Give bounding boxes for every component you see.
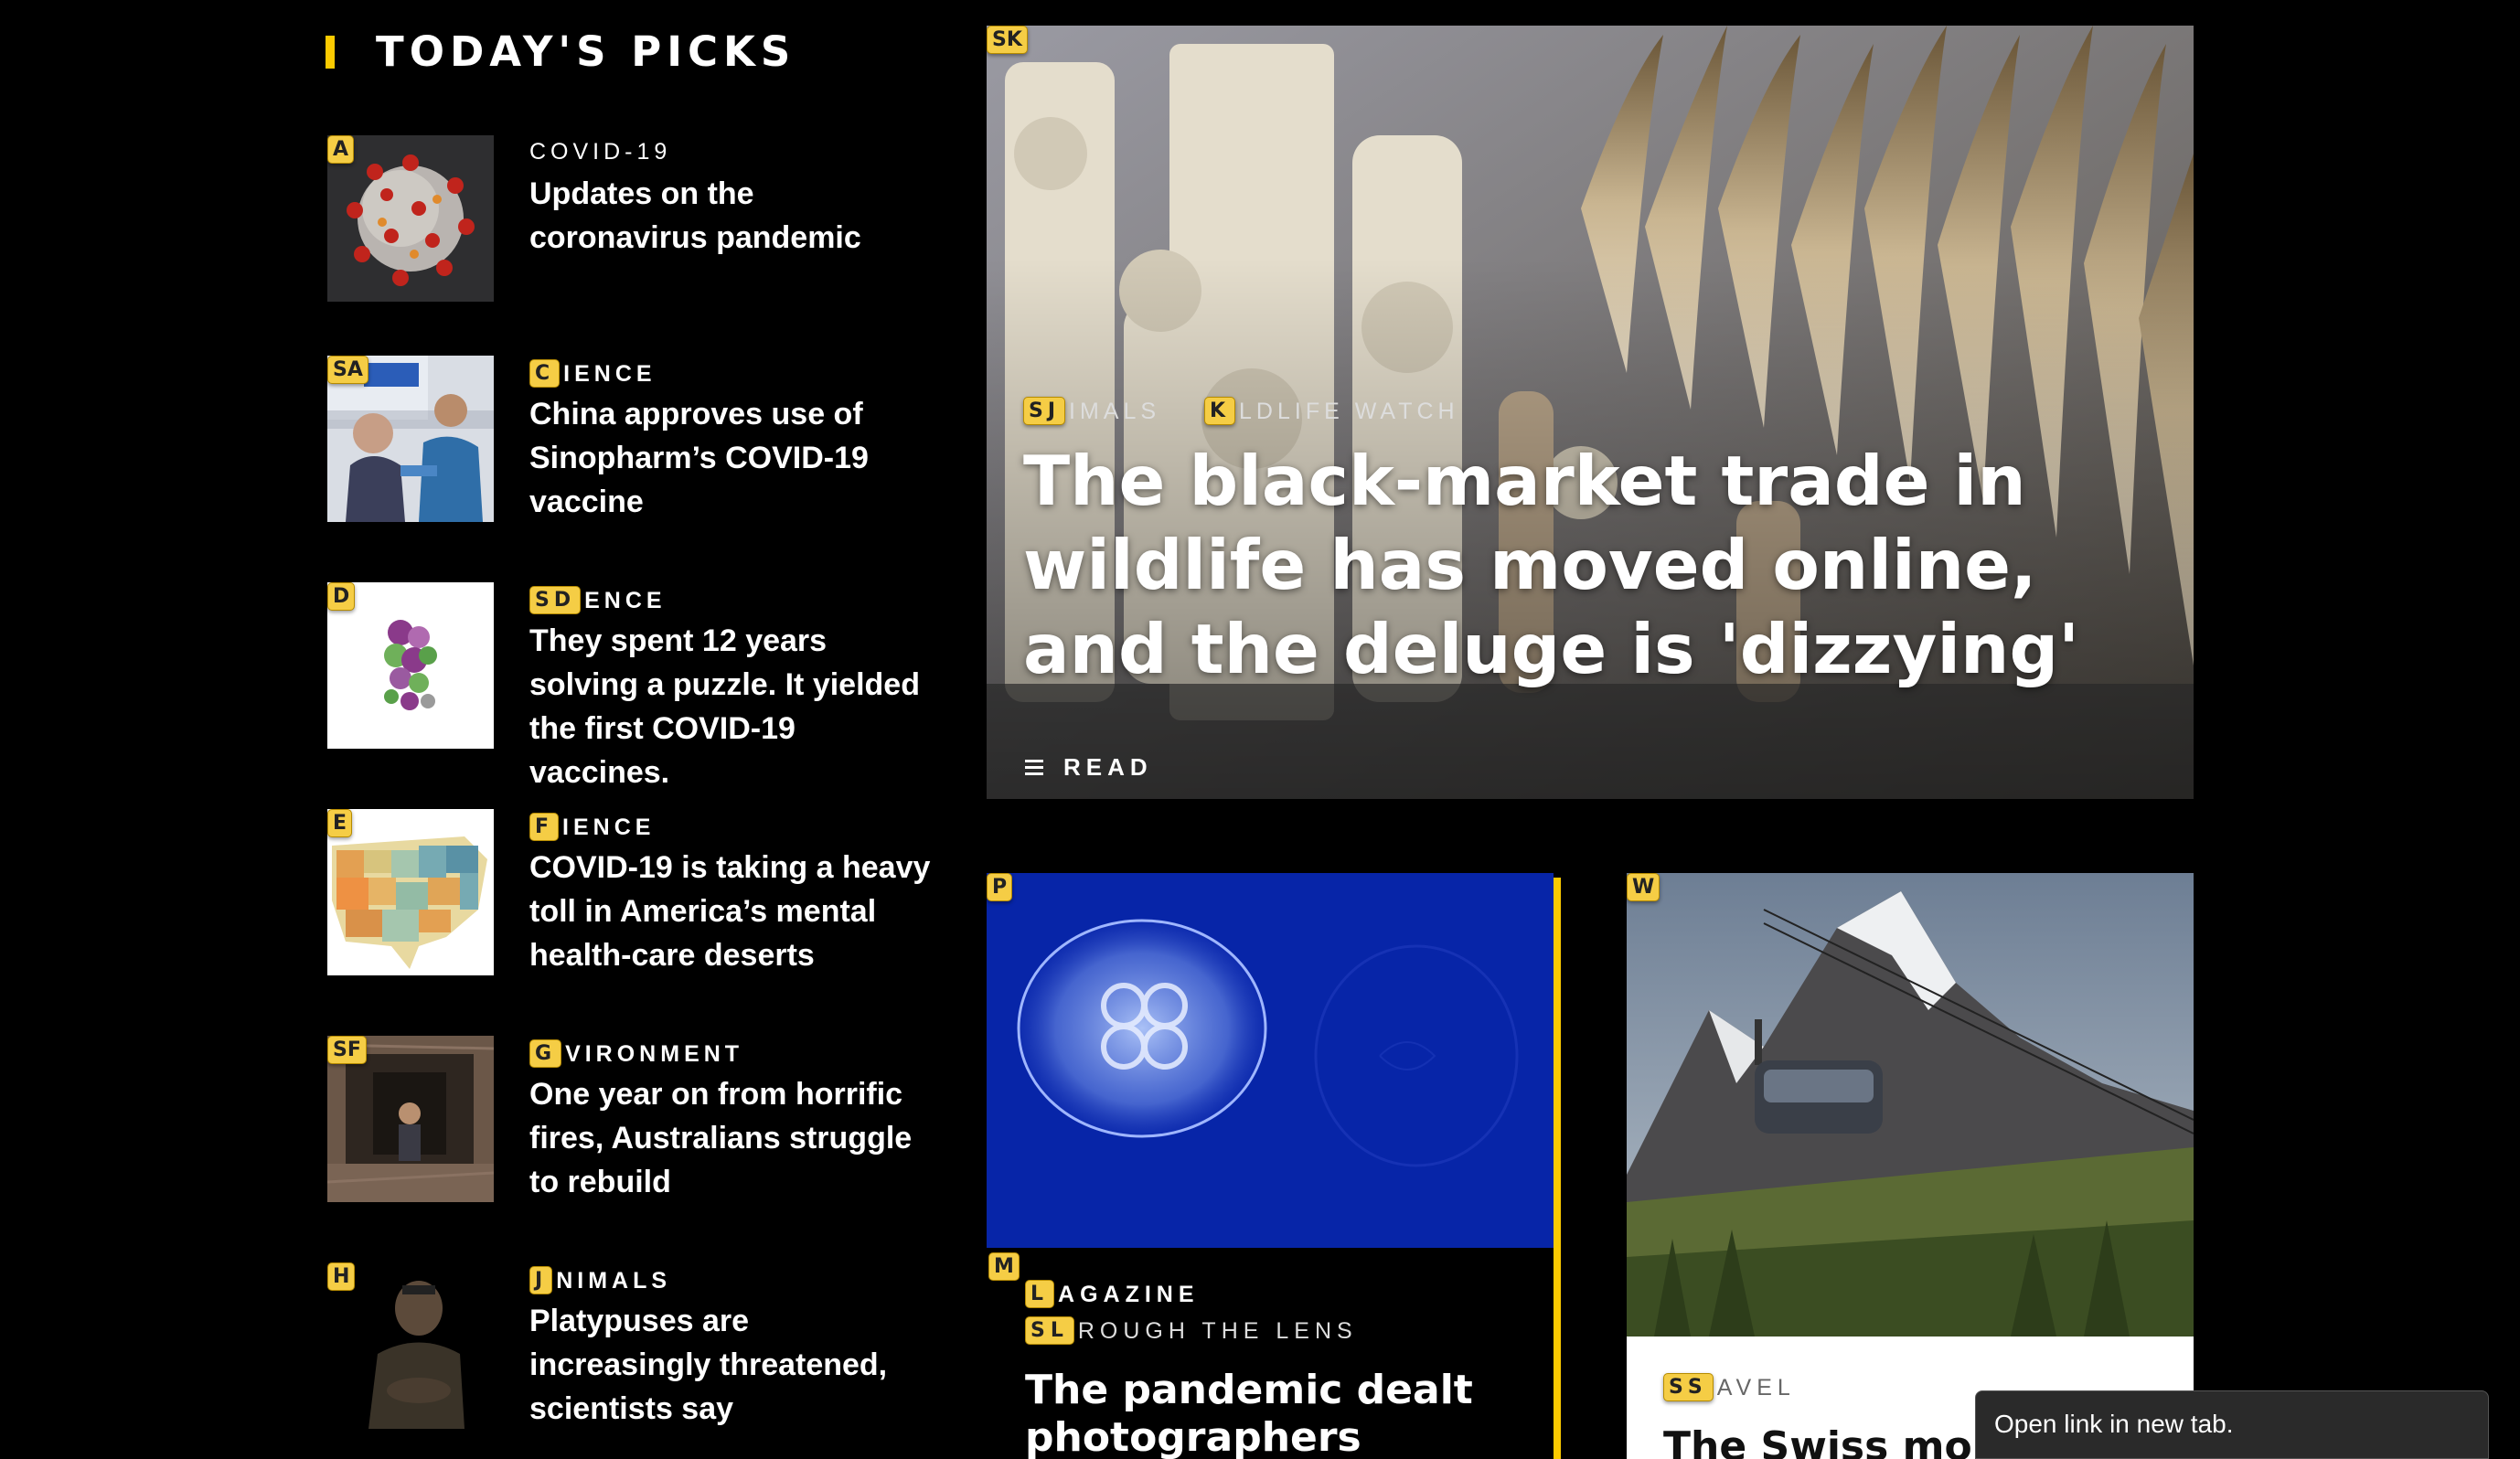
hint-marker: SJ bbox=[1023, 397, 1066, 425]
pick-item-covid-updates[interactable]: A COVID-19 Updates on the coronavirus pa… bbox=[327, 135, 932, 302]
card-title[interactable]: The pandemic dealt photographers bbox=[1025, 1367, 1537, 1459]
menu-lines-icon bbox=[1025, 756, 1043, 779]
link-tooltip: Open link in new tab. bbox=[1975, 1390, 2489, 1459]
read-button[interactable]: READ bbox=[1025, 753, 1153, 782]
hint-marker: W bbox=[1627, 873, 1660, 901]
category-label: IENCE bbox=[562, 815, 656, 840]
hint-marker: J bbox=[529, 1266, 553, 1294]
hero-category-wildlife-watch[interactable]: LDLIFE WATCH bbox=[1239, 399, 1459, 424]
category-label: NIMALS bbox=[556, 1268, 672, 1294]
pick-item-australia-fires[interactable]: SF G VIRONMENT One year on from horrific … bbox=[327, 1036, 931, 1202]
hint-marker: E bbox=[327, 809, 353, 837]
pick-category[interactable]: C IENCE bbox=[529, 359, 657, 388]
pick-item-12-years[interactable]: D SD ENCE They spent 12 years solving a p… bbox=[327, 582, 931, 790]
category-label: AGAZINE bbox=[1058, 1282, 1200, 1307]
todays-picks-header: TODAY'S PICKS bbox=[326, 27, 796, 76]
hint-marker: C bbox=[529, 359, 561, 388]
pick-title[interactable]: COVID-19 is taking a heavy toll in Ameri… bbox=[529, 846, 932, 977]
category-label: AVEL bbox=[1716, 1375, 1796, 1400]
hint-marker: P bbox=[987, 873, 1013, 901]
category-label: IENCE bbox=[563, 361, 657, 387]
hint-marker: SL bbox=[1025, 1316, 1074, 1345]
hint-marker: H bbox=[327, 1262, 356, 1291]
pick-category[interactable]: SD ENCE bbox=[529, 586, 667, 614]
category-label: VIRONMENT bbox=[565, 1041, 744, 1067]
hero-feature-article[interactable]: SJ IMALS K LDLIFE WATCH The black-market t… bbox=[987, 26, 2194, 799]
category-travel[interactable]: SS AVEL bbox=[1663, 1373, 1796, 1401]
pick-item-platypuses[interactable]: H J NIMALS Platypuses are increasingly th… bbox=[327, 1262, 931, 1429]
hero-categories: SJ IMALS K LDLIFE WATCH bbox=[1023, 397, 1459, 425]
hero-title[interactable]: The black-market trade in wildlife has m… bbox=[1023, 439, 2166, 691]
hint-marker: A bbox=[327, 135, 355, 164]
hint-marker: SA bbox=[327, 356, 368, 384]
card-swiss-mountain[interactable]: W SS AVEL The Swiss mount bbox=[1627, 873, 2194, 1459]
hint-marker: SF bbox=[327, 1036, 367, 1064]
pick-category[interactable]: COVID-19 bbox=[529, 139, 671, 165]
card-pandemic-photographers[interactable]: P M L AGAZINE SL ROUGH THE LENS The pandem… bbox=[987, 873, 1563, 1459]
accent-bar bbox=[1554, 878, 1561, 1459]
hint-marker: D bbox=[327, 582, 356, 611]
category-label: ENCE bbox=[584, 588, 667, 613]
hint-marker: G bbox=[529, 1039, 562, 1068]
hero-category-animals[interactable]: IMALS bbox=[1069, 399, 1160, 424]
hint-marker: SK bbox=[987, 26, 1028, 54]
pick-item-mental-health[interactable]: E F IENCE COVID-19 is taking a heavy toll… bbox=[327, 809, 932, 977]
cable-car-photo[interactable] bbox=[1627, 873, 2194, 1337]
pick-category[interactable]: F IENCE bbox=[529, 813, 655, 841]
jellyfish-photo[interactable] bbox=[987, 873, 1554, 1248]
category-magazine[interactable]: L AGAZINE bbox=[1025, 1280, 1200, 1308]
pick-title[interactable]: One year on from horrific fires, Austral… bbox=[529, 1072, 932, 1204]
section-title: TODAY'S PICKS bbox=[376, 27, 796, 76]
pick-category[interactable]: G VIRONMENT bbox=[529, 1039, 743, 1068]
pick-category[interactable]: J NIMALS bbox=[529, 1266, 671, 1294]
hint-marker: SD bbox=[529, 586, 582, 614]
pick-title[interactable]: China approves use of Sinopharm’s COVID-… bbox=[529, 392, 932, 524]
pick-title[interactable]: Platypuses are increasingly threatened, … bbox=[529, 1299, 932, 1431]
accent-bar bbox=[326, 35, 335, 69]
category-through-the-lens[interactable]: SL ROUGH THE LENS bbox=[1025, 1316, 1358, 1345]
us-map-thumbnail[interactable] bbox=[327, 809, 494, 975]
hint-marker: F bbox=[529, 813, 560, 841]
hint-marker: SS bbox=[1663, 1373, 1714, 1401]
pick-title[interactable]: They spent 12 years solving a puzzle. It… bbox=[529, 619, 932, 794]
category-label: ROUGH THE LENS bbox=[1077, 1318, 1358, 1344]
hint-marker: K bbox=[1203, 397, 1236, 425]
hint-marker: L bbox=[1025, 1280, 1055, 1308]
pick-item-sinopharm[interactable]: SA C IENCE China approves use of Sinophar… bbox=[327, 356, 931, 522]
pick-title[interactable]: Updates on the coronavirus pandemic bbox=[529, 172, 932, 260]
read-label: READ bbox=[1063, 753, 1153, 781]
hint-marker: M bbox=[988, 1252, 1020, 1281]
